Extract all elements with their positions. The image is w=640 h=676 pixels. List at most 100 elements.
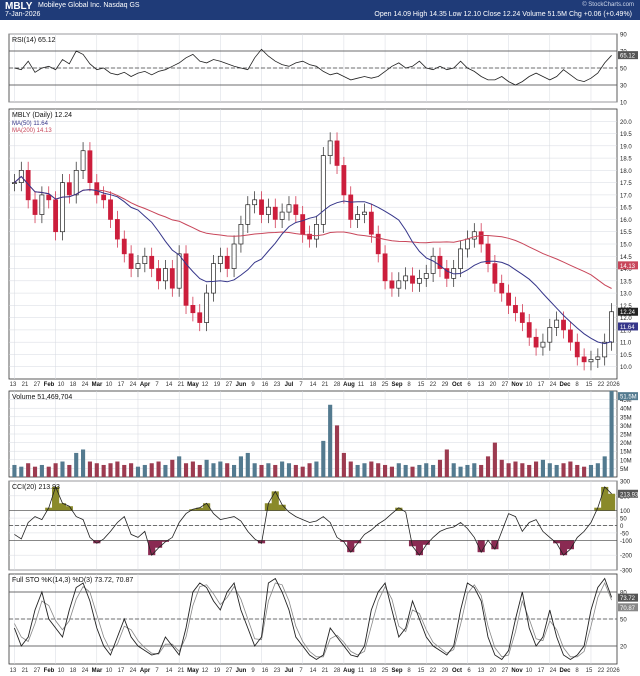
x-axis-tick-label-bottom: 24 — [550, 668, 557, 674]
x-axis-tick-label: Oct — [452, 382, 462, 388]
x-axis-tick-label: 14 — [310, 382, 317, 388]
price-candle — [25, 170, 31, 201]
x-axis-tick-label: Apr — [140, 382, 151, 388]
volume-bar — [108, 463, 113, 477]
cci-tick-label: -200 — [620, 554, 633, 560]
volume-bar — [32, 466, 38, 477]
x-axis-tick-label-bottom: 14 — [310, 668, 317, 674]
price-candle — [389, 280, 395, 289]
volume-bar — [424, 463, 429, 477]
volume-bar — [293, 464, 298, 477]
price-candle — [423, 273, 429, 279]
price-candle — [114, 219, 120, 240]
volume-bar — [369, 461, 374, 477]
volume-bar — [259, 464, 264, 477]
volume-bar — [568, 461, 573, 477]
volume-bar — [410, 466, 415, 477]
cci-oversold-fill — [154, 540, 163, 548]
x-axis-tick-label: 29 — [442, 382, 449, 388]
price-candle — [286, 204, 292, 213]
price-candle — [128, 253, 134, 269]
price-candle — [581, 356, 587, 363]
x-axis-tick-label-bottom: 27 — [502, 668, 509, 674]
rsi-tick-label: 10 — [620, 101, 627, 107]
x-axis-tick-label-bottom: 27 — [34, 668, 41, 674]
x-axis-tick-label-bottom: 23 — [274, 668, 281, 674]
volume-last-value: 51.5M — [620, 395, 637, 401]
volume-bar — [46, 466, 51, 477]
volume-bar — [534, 461, 539, 477]
x-axis-tick-label-bottom: 10 — [106, 668, 113, 674]
volume-bar — [437, 459, 443, 477]
volume-bar — [115, 461, 120, 477]
cci-overbought-fill — [601, 486, 609, 511]
x-axis-tick-label: 17 — [118, 382, 125, 388]
price-candle — [73, 170, 79, 196]
chart-canvas: 1030507090RSI(14) 65.1265.1210.010.511.0… — [8, 33, 639, 674]
price-tick-label: 18.0 — [620, 169, 632, 175]
volume-bar — [135, 466, 141, 477]
x-axis-tick-label-bottom: 7 — [299, 668, 303, 674]
volume-bar — [67, 464, 72, 477]
price-candle — [149, 255, 155, 269]
price-candle — [554, 319, 560, 328]
price-candle — [39, 194, 45, 215]
x-axis-tick-label-bottom: 18 — [370, 668, 377, 674]
x-axis-tick-label-bottom: 20 — [490, 668, 497, 674]
x-axis-tick-label: Aug — [343, 382, 355, 388]
price-candle — [259, 199, 264, 215]
volume-bar — [74, 452, 79, 477]
volume-bar — [238, 456, 243, 477]
price-candle — [341, 165, 347, 196]
price-candle — [410, 275, 415, 284]
x-axis-tick-label-bottom: 19 — [214, 668, 221, 674]
price-candle — [32, 199, 38, 215]
volume-bar — [81, 449, 86, 477]
price-candle — [368, 211, 374, 235]
price-candle — [327, 140, 333, 156]
x-axis-tick-label: Nov — [511, 382, 523, 388]
x-axis-tick-label-bottom: Apr — [140, 668, 151, 674]
volume-bar — [286, 463, 292, 477]
volume-bar — [300, 466, 305, 477]
price-candle — [190, 305, 196, 314]
x-axis-tick-label: 11 — [358, 382, 365, 388]
volume-bar — [190, 461, 195, 477]
chart-root: MBLY Mobileye Global Inc. Nasdaq GS 7-Ja… — [0, 0, 640, 676]
volume-bar — [183, 463, 189, 477]
price-tick-label: 19.0 — [620, 144, 632, 150]
x-axis-tick-label-bottom: 2026 — [606, 668, 620, 674]
volume-tick-label: 35M — [620, 415, 632, 421]
x-axis-tick-label: 7 — [155, 382, 159, 388]
x-axis-tick-label: 22 — [430, 382, 437, 388]
stochastic-k-last-value: 73.72 — [620, 596, 636, 602]
ma200-last-value: 14.13 — [620, 264, 636, 270]
x-axis-tick-label-bottom: 22 — [598, 668, 605, 674]
volume-bar — [403, 464, 408, 477]
x-axis-tick-label-bottom: 17 — [538, 668, 545, 674]
cci-tick-label: 50 — [620, 517, 627, 523]
price-candle — [416, 278, 422, 284]
price-candle — [101, 194, 107, 201]
x-axis-tick-label: 24 — [550, 382, 557, 388]
x-axis-tick-label-bottom: 18 — [70, 668, 77, 674]
volume-bar — [232, 464, 237, 477]
volume-bar — [19, 466, 24, 477]
volume-bar — [520, 463, 525, 477]
volume-bar — [60, 461, 65, 477]
volume-bar — [602, 456, 607, 477]
volume-bar — [142, 464, 147, 477]
x-axis-tick-label-bottom: Aug — [343, 668, 355, 674]
volume-bar — [485, 456, 491, 477]
price-candle — [320, 155, 326, 225]
volume-bar — [444, 449, 449, 477]
price-candle — [588, 359, 594, 363]
cci-tick-label: 300 — [620, 480, 631, 486]
x-axis-tick-label-bottom: 15 — [586, 668, 593, 674]
x-axis-tick-label-bottom: Mar — [92, 668, 103, 674]
x-axis-tick-label-bottom: 6 — [467, 668, 471, 674]
rsi-tick-label: 90 — [620, 33, 627, 39]
stochastic-d-last-value: 70.87 — [620, 606, 636, 612]
volume-bar — [348, 461, 353, 477]
volume-bar — [225, 463, 230, 477]
